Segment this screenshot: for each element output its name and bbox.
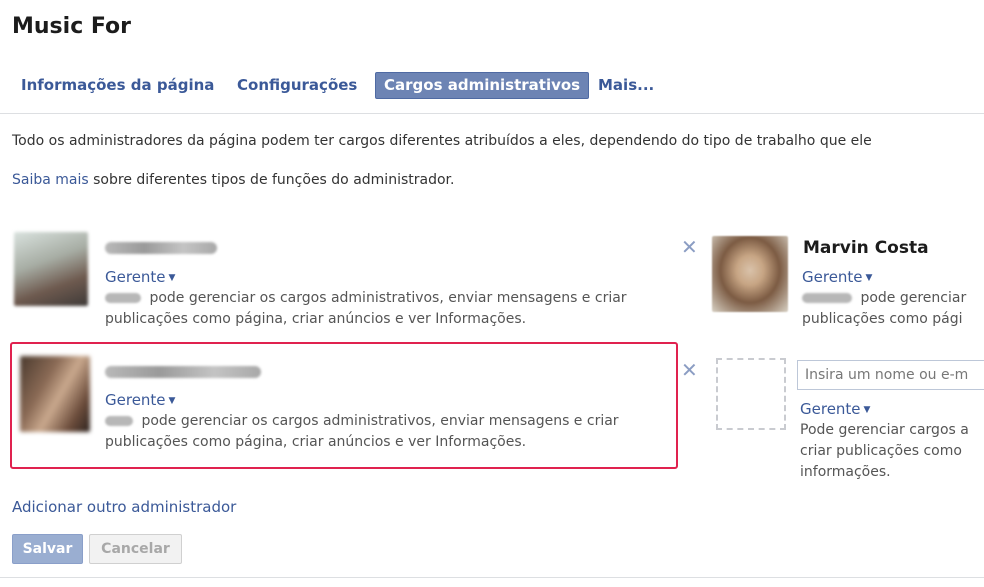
new-admin-photo-placeholder — [716, 358, 786, 430]
tabs-divider — [0, 113, 984, 114]
admin-2-name: Marvin Costa — [803, 238, 929, 258]
admin-3-description: pode gerenciar os cargos administrativos… — [105, 413, 619, 450]
admin-3-name-blurred — [105, 366, 261, 378]
close-icon[interactable]: ✕ — [681, 360, 698, 380]
admin-3-avatar — [20, 356, 90, 432]
admin-2-avatar — [712, 236, 788, 312]
tab-configuracoes[interactable]: Configurações — [237, 72, 357, 98]
new-admin-description: Pode gerenciar cargos a criar publicaçõe… — [800, 422, 969, 480]
admin-2-role-dropdown[interactable]: Gerente ▼ — [802, 268, 872, 286]
intro-learn-more: Saiba mais sobre diferentes tipos de fun… — [12, 172, 454, 188]
tab-cargos-administrativos[interactable]: Cargos administrativos — [375, 72, 590, 99]
admin-2-role-label: Gerente — [802, 268, 863, 286]
admin-1-role-label: Gerente — [105, 268, 166, 286]
bottom-divider — [0, 577, 984, 578]
new-admin-role-dropdown[interactable]: Gerente ▼ — [800, 400, 870, 418]
tab-informacoes-da-pagina[interactable]: Informações da página — [21, 72, 214, 98]
caret-down-icon: ▼ — [168, 273, 176, 283]
cancel-button[interactable]: Cancelar — [89, 534, 182, 564]
admin-3-role-dropdown[interactable]: Gerente ▼ — [105, 391, 175, 409]
new-admin-role-label: Gerente — [800, 400, 861, 418]
admin-2-description: pode gerenciar publicações como pági — [802, 290, 967, 327]
learn-more-link[interactable]: Saiba mais — [12, 172, 89, 188]
caret-down-icon: ▼ — [865, 273, 873, 283]
caret-down-icon: ▼ — [168, 396, 176, 406]
learn-more-text: sobre diferentes tipos de funções do adm… — [88, 172, 455, 188]
blurred-name-inline — [105, 293, 141, 303]
close-icon[interactable]: ✕ — [681, 237, 698, 257]
intro-text: Todo os administradores da página podem … — [12, 133, 872, 149]
tab-mais[interactable]: Mais... — [598, 72, 654, 98]
admin-1-description: pode gerenciar os cargos administrativos… — [105, 290, 627, 327]
admin-1-avatar — [14, 232, 88, 306]
new-admin-name-input[interactable] — [797, 360, 984, 390]
caret-down-icon: ▼ — [863, 405, 871, 415]
blurred-name-inline — [802, 293, 852, 303]
blurred-name-inline — [105, 416, 133, 426]
save-button[interactable]: Salvar — [12, 534, 83, 564]
page-title: Music For — [12, 14, 131, 39]
add-admin-link[interactable]: Adicionar outro administrador — [12, 498, 236, 516]
admin-1-name-blurred — [105, 242, 217, 254]
admin-3-role-label: Gerente — [105, 391, 166, 409]
admin-1-role-dropdown[interactable]: Gerente ▼ — [105, 268, 175, 286]
